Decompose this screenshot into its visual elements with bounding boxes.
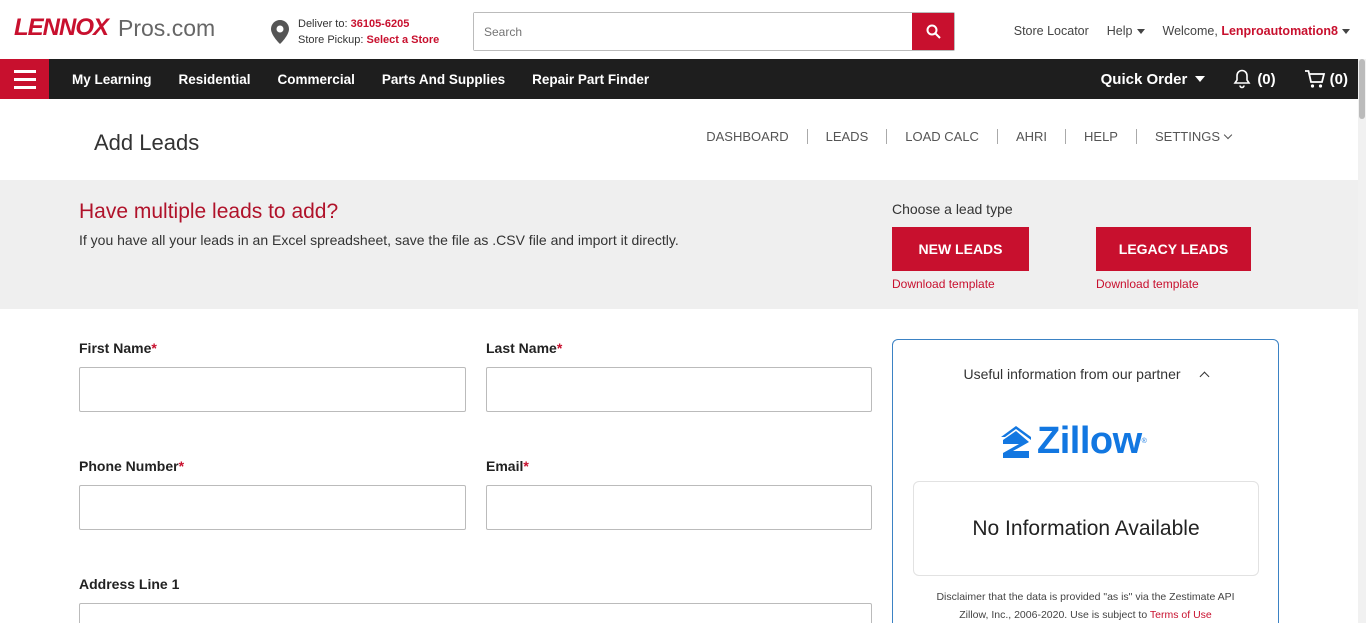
pros-com-logo-text: Pros.com — [118, 14, 216, 41]
nav-item-my-learning[interactable]: My Learning — [72, 72, 152, 87]
cart-icon — [1304, 70, 1325, 88]
chevron-down-icon — [1223, 130, 1233, 140]
chevron-down-icon — [1342, 29, 1350, 35]
required-mark: * — [556, 340, 563, 356]
disclaimer-line-2: Zillow, Inc., 2006-2020. Use is subject … — [893, 606, 1278, 623]
leads-subnav: DASHBOARD LEADS LOAD CALC AHRI HELP SETT… — [688, 129, 1233, 144]
utility-links: Store Locator Help Welcome, Lenproautoma… — [996, 24, 1350, 38]
hamburger-icon — [13, 69, 36, 73]
required-mark: * — [151, 340, 157, 356]
partner-info-card: Useful information from our partner Zill… — [892, 339, 1279, 623]
tab-leads[interactable]: LEADS — [808, 129, 888, 144]
search-icon — [926, 24, 941, 39]
page-title: Add Leads — [94, 130, 200, 155]
email-input[interactable] — [486, 485, 872, 530]
account-menu[interactable]: Welcome, Lenproautomation8 — [1162, 24, 1350, 38]
tab-load-calc[interactable]: LOAD CALC — [887, 129, 998, 144]
required-mark: * — [523, 458, 529, 474]
select-store-link[interactable]: Select a Store — [366, 34, 439, 46]
new-leads-button[interactable]: NEW LEADS — [892, 227, 1029, 271]
menu-button[interactable] — [0, 59, 49, 99]
partner-heading: Useful information from our partner — [963, 366, 1181, 382]
last-name-input[interactable] — [486, 367, 872, 412]
legacy-leads-download-template-link[interactable]: Download template — [1096, 277, 1199, 291]
disclaimer-line-1: Disclaimer that the data is provided "as… — [936, 591, 1235, 603]
first-name-label-text: First Name — [79, 340, 152, 356]
tab-settings[interactable]: SETTINGS — [1137, 129, 1233, 144]
scrollbar-thumb[interactable] — [1359, 59, 1365, 119]
main-nav: My Learning Residential Commercial Parts… — [0, 59, 1366, 99]
welcome-label: Welcome, — [1162, 24, 1218, 38]
no-information-message: No Information Available — [913, 481, 1259, 576]
phone-number-label-text: Phone Number — [79, 458, 179, 474]
quick-order-label: Quick Order — [1100, 70, 1188, 88]
phone-number-label: Phone Number* — [79, 458, 184, 474]
bell-icon — [1233, 69, 1251, 89]
help-label: Help — [1106, 24, 1133, 38]
notifications-count: (0) — [1257, 70, 1276, 88]
zillow-registered-mark: ® — [1141, 438, 1147, 445]
email-label-text: Email — [486, 458, 524, 474]
nav-item-commercial[interactable]: Commercial — [278, 72, 355, 87]
nav-item-parts-and-supplies[interactable]: Parts And Supplies — [382, 72, 505, 87]
tab-dashboard[interactable]: DASHBOARD — [688, 129, 808, 144]
help-menu[interactable]: Help — [1107, 24, 1145, 38]
tab-ahri[interactable]: AHRI — [998, 129, 1067, 144]
disclaimer-line-2-text: Zillow, Inc., 2006-2020. Use is subject … — [959, 609, 1150, 621]
search-input[interactable] — [474, 13, 912, 50]
delivery-location[interactable]: Deliver to: 36105-6205 Store Pickup: Sel… — [271, 16, 439, 48]
first-name-label: First Name* — [79, 340, 157, 356]
cart-count: (0) — [1329, 70, 1348, 88]
banner-heading: Have multiple leads to add? — [79, 200, 339, 223]
notifications-button[interactable]: (0) — [1233, 69, 1276, 89]
banner-text: If you have all your leads in an Excel s… — [79, 232, 679, 248]
new-leads-download-template-link[interactable]: Download template — [892, 277, 995, 291]
zillow-disclaimer: Disclaimer that the data is provided "as… — [893, 588, 1278, 623]
deliver-label: Deliver to: — [298, 18, 348, 30]
lead-type-label: Choose a lead type — [892, 201, 1013, 217]
username: Lenproautomation8 — [1221, 24, 1338, 38]
chevron-up-icon[interactable] — [1199, 371, 1209, 382]
partner-card-header[interactable]: Useful information from our partner — [893, 366, 1278, 382]
settings-label: SETTINGS — [1154, 129, 1220, 144]
email-label: Email* — [486, 458, 529, 474]
search-button[interactable] — [912, 13, 954, 50]
search-bar — [473, 12, 955, 51]
cart-button[interactable]: (0) — [1304, 69, 1348, 89]
address-line-1-input[interactable] — [79, 603, 872, 623]
deliver-zip[interactable]: 36105-6205 — [351, 18, 410, 30]
nav-items: My Learning Residential Commercial Parts… — [72, 59, 676, 99]
site-logo[interactable]: LENNOX Pros.com — [14, 14, 215, 42]
top-header: LENNOX Pros.com Deliver to: 36105-6205 S… — [0, 0, 1366, 59]
delivery-text: Deliver to: 36105-6205 Store Pickup: Sel… — [298, 16, 439, 48]
last-name-label: Last Name* — [486, 340, 562, 356]
nav-item-repair-part-finder[interactable]: Repair Part Finder — [532, 72, 649, 87]
import-banner: Have multiple leads to add? If you have … — [0, 180, 1358, 309]
store-locator-link[interactable]: Store Locator — [1014, 24, 1089, 38]
zillow-wordmark: Zillow — [1037, 420, 1142, 462]
quick-order-button[interactable]: Quick Order — [1101, 71, 1206, 88]
chevron-down-icon — [1195, 76, 1206, 82]
chevron-down-icon — [1136, 29, 1145, 35]
terms-of-use-link[interactable]: Terms of Use — [1150, 609, 1212, 621]
tab-help[interactable]: HELP — [1066, 129, 1137, 144]
legacy-leads-button[interactable]: LEGACY LEADS — [1096, 227, 1251, 271]
address-line-1-label: Address Line 1 — [79, 576, 180, 592]
page-scrollbar[interactable] — [1358, 59, 1366, 623]
nav-item-residential[interactable]: Residential — [179, 72, 251, 87]
lennox-logo-text: LENNOX — [14, 14, 109, 41]
zillow-house-icon — [1001, 425, 1031, 458]
nav-right: Quick Order (0) (0) — [1101, 59, 1348, 99]
zillow-logo: Zillow ® — [999, 420, 1147, 463]
last-name-label-text: Last Name — [486, 340, 557, 356]
first-name-input[interactable] — [79, 367, 466, 412]
pickup-label: Store Pickup: — [298, 34, 364, 46]
phone-number-input[interactable] — [79, 485, 466, 530]
location-pin-icon — [271, 20, 289, 44]
required-mark: * — [178, 458, 185, 474]
